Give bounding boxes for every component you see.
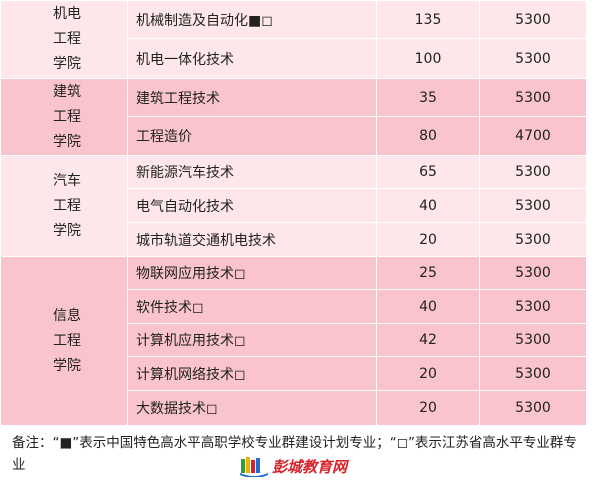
- tuition-fee-cell: 5300: [479, 188, 587, 223]
- plan-count-cell: 40: [376, 188, 480, 223]
- college-name-line: 工程: [53, 332, 81, 349]
- college-name-line: 工程: [53, 31, 81, 47]
- logo-text: 彭城教育网: [272, 457, 348, 476]
- site-logo[interactable]: 彭城教育网: [240, 455, 347, 477]
- major-cell: 计算机应用技术◻: [127, 323, 377, 357]
- college-name-cell: 机电 工程 学院: [0, 0, 128, 79]
- tuition-fee-cell: 5300: [479, 78, 587, 117]
- majors-table: 机电 工程 学院 机械制造及自动化■◻ 135 5300 机电一体化技术 100 5300 建筑工…: [0, 0, 587, 426]
- plan-count-cell: 25: [376, 256, 480, 290]
- major-cell: 工程造价: [127, 116, 377, 156]
- table-row: 信息 工程 学院 物联网应用技术◻ 25 5300: [0, 256, 587, 426]
- tuition-fee-cell: 4700: [479, 116, 587, 156]
- table-row: 汽车 工程 学院 新能源汽车技术 65 5300: [0, 155, 587, 257]
- college-name-line: 工程: [53, 108, 81, 125]
- college-name-line: 学院: [53, 222, 81, 239]
- college-name-line: 学院: [53, 133, 81, 150]
- major-cell: 建筑工程技术: [127, 78, 377, 117]
- college-name-cell: 信息 工程 学院: [0, 256, 128, 426]
- tuition-fee-cell: 5300: [479, 0, 587, 39]
- plan-count-cell: 80: [376, 116, 480, 156]
- college-name-line: 工程: [53, 197, 81, 214]
- tuition-fee-cell: 5300: [479, 256, 587, 290]
- table-row: 建筑 工程 学院 建筑工程技术 35 5300: [0, 78, 587, 156]
- college-name-line: 学院: [53, 357, 81, 374]
- plan-count-cell: 20: [376, 356, 480, 391]
- major-cell: 机电一体化技术: [127, 38, 377, 79]
- majors-table-body: 机电 工程 学院 机械制造及自动化■◻ 135 5300 机电一体化技术 100 5300 建筑工…: [0, 0, 587, 426]
- book-logo-icon: [240, 457, 268, 477]
- college-name-line: 学院: [53, 56, 81, 72]
- table-row: 机电 工程 学院 机械制造及自动化■◻ 135 5300: [0, 0, 587, 79]
- major-cell: 计算机网络技术◻: [127, 356, 377, 391]
- plan-count-cell: 20: [376, 390, 480, 426]
- tuition-fee-cell: 5300: [479, 323, 587, 357]
- page: { "colleges": [ { "name_lines": ["机电", "…: [0, 0, 600, 483]
- plan-count-cell: 40: [376, 289, 480, 324]
- college-name-line: 汽车: [53, 172, 81, 189]
- college-name-line: 机电: [53, 6, 81, 22]
- tuition-fee-cell: 5300: [479, 390, 587, 426]
- major-cell: 电气自动化技术: [127, 188, 377, 223]
- tuition-fee-cell: 5300: [479, 356, 587, 391]
- college-name-line: 信息: [53, 307, 81, 324]
- college-name-line: 建筑: [53, 83, 81, 100]
- plan-count-cell: 65: [376, 155, 480, 189]
- major-cell: 新能源汽车技术: [127, 155, 377, 189]
- major-cell: 软件技术◻: [127, 289, 377, 324]
- plan-count-cell: 135: [376, 0, 480, 39]
- plan-count-cell: 42: [376, 323, 480, 357]
- college-name-cell: 汽车 工程 学院: [0, 155, 128, 257]
- tuition-fee-cell: 5300: [479, 289, 587, 324]
- major-cell: 机械制造及自动化■◻: [127, 0, 377, 39]
- major-cell: 城市轨道交通机电技术: [127, 222, 377, 257]
- tuition-fee-cell: 5300: [479, 222, 587, 257]
- college-name-cell: 建筑 工程 学院: [0, 78, 128, 156]
- plan-count-cell: 100: [376, 38, 480, 79]
- tuition-fee-cell: 5300: [479, 38, 587, 79]
- major-cell: 大数据技术◻: [127, 390, 377, 426]
- plan-count-cell: 35: [376, 78, 480, 117]
- plan-count-cell: 20: [376, 222, 480, 257]
- major-cell: 物联网应用技术◻: [127, 256, 377, 290]
- tuition-fee-cell: 5300: [479, 155, 587, 189]
